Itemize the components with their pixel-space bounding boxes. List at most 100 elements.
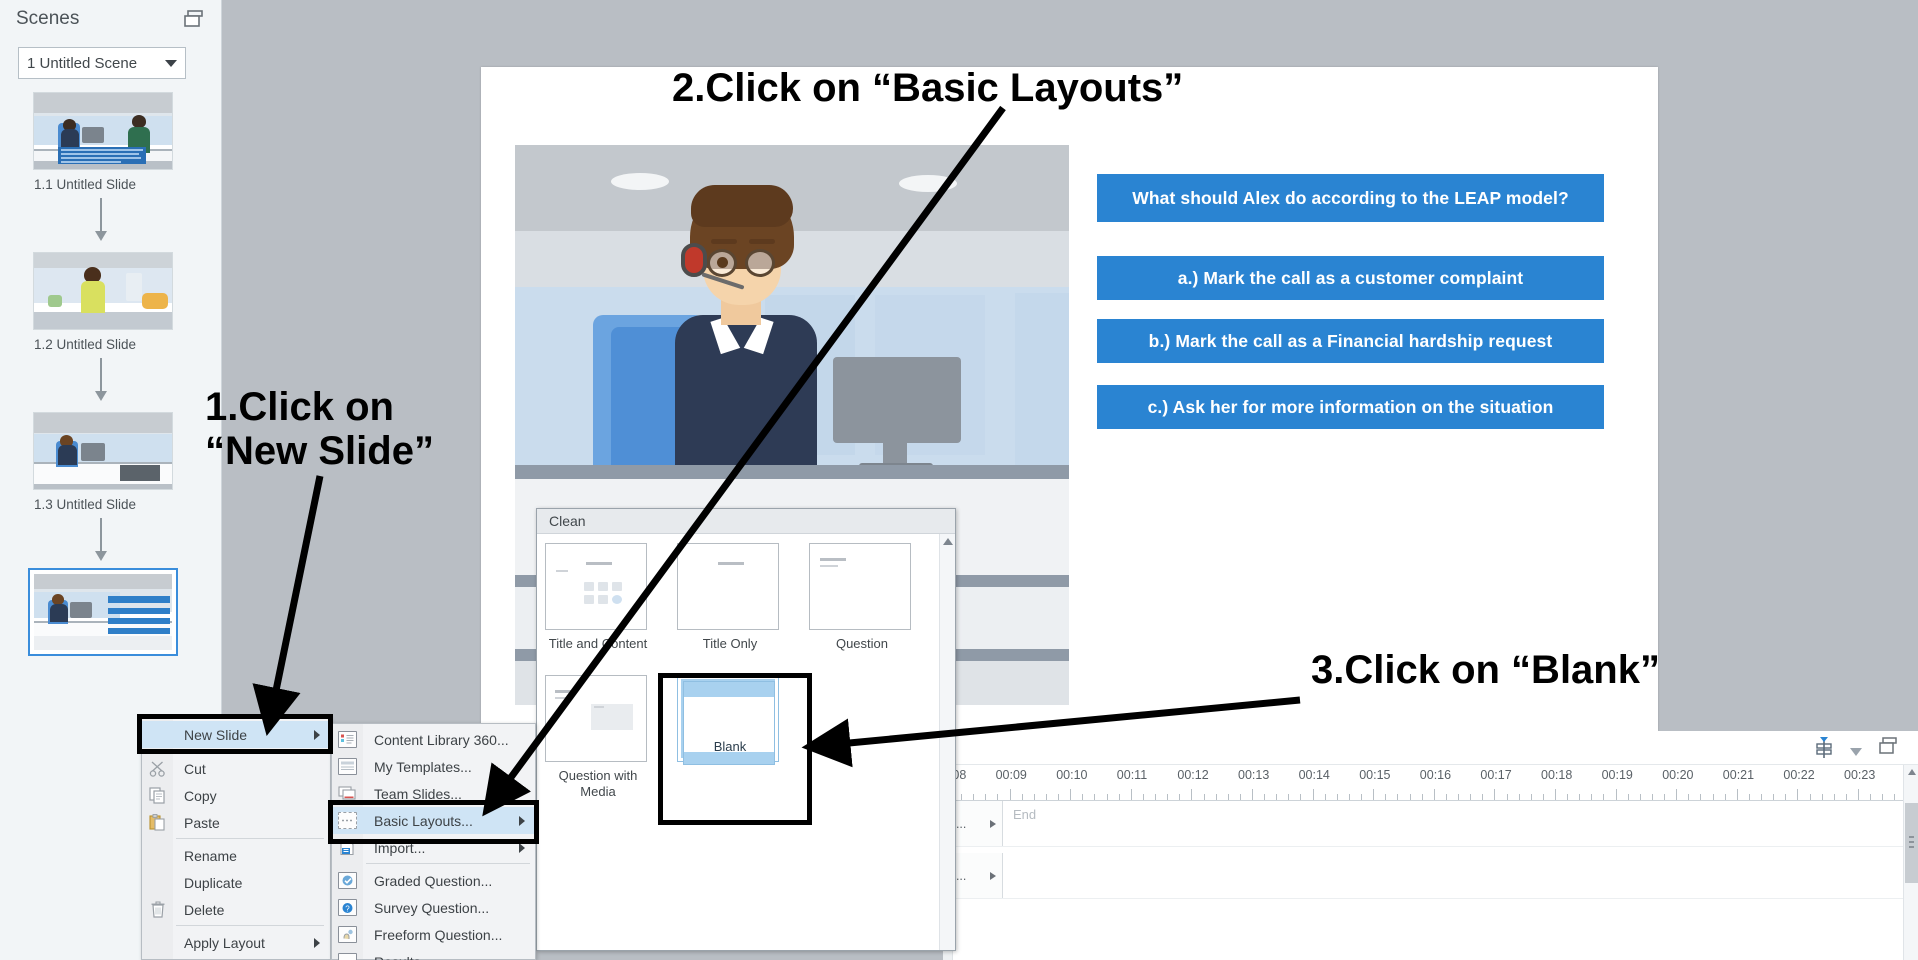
layout-label: Blank: [713, 739, 747, 754]
annotation-step-1: 1.Click on “New Slide”: [205, 385, 434, 473]
menu-item-label: Delete: [184, 901, 225, 918]
timeline-tick: [1579, 794, 1581, 800]
chevron-right-icon: [314, 937, 320, 948]
menu-item-paste[interactable]: Paste: [142, 809, 330, 836]
timeline-tick: [1458, 794, 1460, 800]
trash-icon: [142, 898, 173, 922]
timeline-tick: [1300, 794, 1302, 800]
layout-group-header: Clean: [537, 509, 955, 534]
play-triangle-icon[interactable]: [990, 819, 996, 828]
timeline-tick: [1688, 794, 1690, 800]
submenu-item-my-templates[interactable]: My Templates...: [332, 753, 535, 780]
timeline-tick: [961, 794, 963, 800]
timeline-tick: [1651, 794, 1653, 800]
menu-item-rename[interactable]: Rename: [142, 842, 330, 869]
timeline-ruler[interactable]: 00:0800:0900:1000:1100:1200:1300:1400:15…: [935, 765, 1918, 801]
submenu-item-label: Freeform Question...: [374, 926, 503, 943]
timeline-tick: [1627, 794, 1629, 800]
menu-item-duplicate[interactable]: Duplicate: [142, 869, 330, 896]
timeline-tick: [1252, 789, 1253, 800]
submenu-item-graded-question[interactable]: Graded Question...: [332, 867, 535, 894]
timeline-tick: [1894, 794, 1896, 800]
timeline-panel: 00:0800:0900:1000:1100:1200:1300:1400:15…: [935, 731, 1918, 960]
submenu-item-content-library[interactable]: Content Library 360...: [332, 726, 535, 753]
menu-item-cut[interactable]: Cut: [142, 755, 330, 782]
slide-thumbnail[interactable]: [33, 252, 173, 330]
timeline-tick: [1179, 794, 1181, 800]
submenu-item-label: Survey Question...: [374, 899, 490, 916]
copy-icon: [142, 784, 173, 808]
timeline-track[interactable]: n... End: [943, 801, 1918, 847]
timeline-tick-label: 00:14: [1298, 768, 1330, 782]
timeline-end-marker: End: [1013, 807, 1037, 822]
timeline-tick: [1082, 794, 1084, 800]
layout-group-title: Clean: [549, 513, 586, 529]
menu-item-apply-layout[interactable]: Apply Layout: [142, 929, 330, 956]
timeline-tick: [1288, 794, 1290, 800]
timeline-tick: [1130, 789, 1132, 800]
menu-item-label: Cut: [184, 760, 206, 777]
answer-option-b[interactable]: b.) Mark the call as a Financial hardshi…: [1097, 319, 1604, 363]
timeline-tick: [1167, 794, 1169, 800]
flow-connector-3: [95, 518, 107, 561]
timeline-tick: [1155, 794, 1157, 800]
layout-option-question-with-media[interactable]: Question with Media: [545, 675, 651, 800]
slide-thumbnail[interactable]: [33, 412, 173, 490]
restore-window-icon[interactable]: [184, 10, 204, 28]
scroll-up-icon[interactable]: [943, 538, 953, 545]
submenu-item-results[interactable]: Results...: [332, 948, 535, 960]
slide-item-4[interactable]: 1.4 Untitled Slide: [28, 568, 178, 656]
slide-item-1[interactable]: 1.1 Untitled Slide: [33, 92, 173, 192]
timeline-tick: [1724, 794, 1726, 800]
timeline-track[interactable]: d...: [943, 853, 1918, 899]
highlight-box-new-slide: [137, 714, 333, 754]
timeline-tick: [1070, 789, 1072, 800]
freeform-question-icon: [332, 923, 363, 947]
submenu-item-label: Graded Question...: [374, 872, 493, 889]
layout-option-title-and-content[interactable]: Title and Content: [545, 543, 651, 652]
submenu-item-survey-question[interactable]: ? Survey Question...: [332, 894, 535, 921]
slide-context-menu[interactable]: New Slide Cut Copy Paste Rename Duplicat…: [141, 718, 331, 960]
scrollbar-thumb[interactable]: [1905, 803, 1918, 883]
slide-item-3[interactable]: 1.3 Untitled Slide: [33, 412, 173, 512]
menu-item-delete[interactable]: Delete: [142, 896, 330, 923]
scroll-up-icon[interactable]: [1908, 769, 1916, 775]
layout-option-title-only[interactable]: Title Only: [677, 543, 783, 652]
slide-thumbnail[interactable]: [33, 92, 173, 170]
timeline-tick: [1348, 794, 1350, 800]
question-title[interactable]: What should Alex do according to the LEA…: [1097, 174, 1604, 222]
timeline-tick: [1567, 794, 1569, 800]
menu-item-copy[interactable]: Copy: [142, 782, 330, 809]
rename-icon: [142, 844, 173, 868]
insert-cue-point-icon[interactable]: [1814, 736, 1834, 765]
timeline-tick: [1700, 794, 1702, 800]
timeline-tick-label: 00:22: [1783, 768, 1815, 782]
restore-window-icon[interactable]: [1878, 737, 1898, 760]
timeline-tick: [1845, 794, 1847, 800]
graded-question-icon: [332, 869, 363, 893]
menu-item-label: Rename: [184, 847, 237, 864]
timeline-tick: [1712, 794, 1714, 800]
layout-option-question[interactable]: Question: [809, 543, 915, 652]
answer-option-a[interactable]: a.) Mark the call as a customer complain…: [1097, 256, 1604, 300]
layout-label: Question: [835, 636, 889, 651]
scene-art: [34, 413, 172, 489]
timeline-tick: [1736, 789, 1738, 800]
layout-thumbnail: [677, 543, 779, 630]
layout-label: Title and Content: [548, 636, 648, 651]
answer-option-c[interactable]: c.) Ask her for more information on the …: [1097, 385, 1604, 429]
scene-selector-value: 1 Untitled Scene: [27, 54, 138, 72]
timeline-tick-label: 00:21: [1722, 768, 1755, 782]
menu-item-label: Paste: [184, 814, 220, 831]
timeline-vertical-scrollbar[interactable]: [1903, 765, 1918, 960]
timeline-tick: [1615, 789, 1617, 800]
play-triangle-icon[interactable]: [990, 871, 996, 880]
slide-item-2[interactable]: 1.2 Untitled Slide: [33, 252, 173, 352]
chevron-down-icon[interactable]: [1850, 743, 1862, 761]
scene-selector[interactable]: 1 Untitled Scene: [18, 47, 186, 79]
timeline-tick: [1324, 794, 1326, 800]
timeline-tick: [1373, 789, 1375, 800]
timeline-tick: [1542, 794, 1544, 800]
layout-scrollbar[interactable]: [939, 534, 955, 950]
submenu-item-freeform-question[interactable]: Freeform Question...: [332, 921, 535, 948]
